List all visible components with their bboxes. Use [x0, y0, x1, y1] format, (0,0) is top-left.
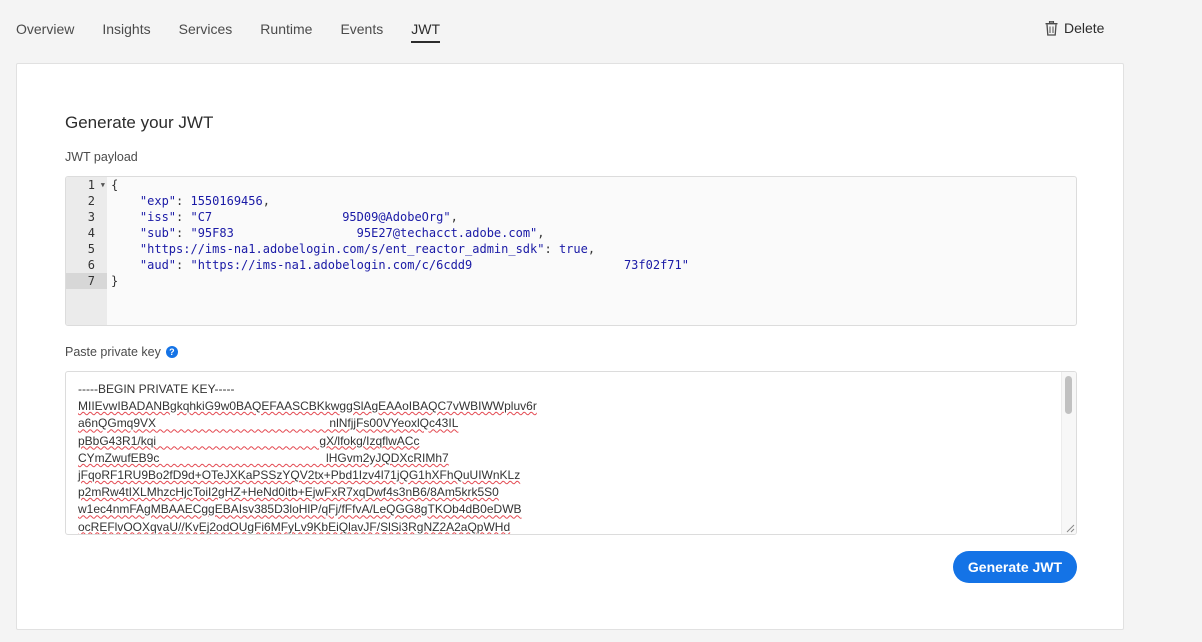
card-title: Generate your JWT	[65, 113, 214, 132]
code-line: "sub": "95F83 95E27@techacct.adobe.com",	[111, 225, 1076, 241]
editor-code[interactable]: { "exp": 1550169456, "iss": "C7 95D09@Ad…	[111, 177, 1076, 289]
jwt-card: Generate your JWT JWT payload 1 ▼ 2 3 4 5 6 7 {…	[16, 63, 1124, 630]
private-key-textarea[interactable]: -----BEGIN PRIVATE KEY----- MIIEvwIBADANB…	[65, 371, 1077, 535]
private-key-content: -----BEGIN PRIVATE KEY----- MIIEvwIBADANB…	[78, 381, 537, 534]
code-token: :	[176, 210, 191, 224]
line-number: 6	[87, 258, 95, 272]
jwt-payload-editor[interactable]: 1 ▼ 2 3 4 5 6 7 { "exp": 1550169456, "iss": "C7…	[65, 176, 1077, 326]
code-token: "aud"	[139, 258, 177, 272]
private-key-label-row: Paste private key ?	[65, 345, 178, 359]
code-token: "95F83 95E27@techacct.adobe.com"	[190, 226, 538, 240]
tab-jwt[interactable]: JWT	[411, 0, 440, 45]
code-line: "aud": "https://ims-na1.adobelogin.com/c…	[111, 257, 1076, 273]
line-number: 7	[66, 273, 107, 289]
private-key-line: MIIEvwIBADANBgkqhkiG9w0BAQEFAASCBKkwggSl…	[78, 399, 537, 414]
code-token: "https://ims-na1.adobelogin.com/c/6cdd9 …	[190, 258, 689, 272]
private-key-line: -----BEGIN PRIVATE KEY-----	[78, 382, 235, 396]
private-key-line: jFqoRF1RU9Bo2fD9d+OTeJXKaPSSzYQV2tx+Pbd1…	[78, 468, 521, 483]
code-token: {	[111, 178, 119, 192]
code-line: "https://ims-na1.adobelogin.com/s/ent_re…	[111, 241, 1076, 257]
code-token: :	[176, 226, 191, 240]
private-key-line: w1ec4nmFAgMBAAECggEBAIsv385D3loHlP/qFj/f…	[78, 502, 522, 517]
code-token: }	[111, 274, 119, 288]
private-key-label: Paste private key	[65, 345, 161, 359]
private-key-line: CYmZwufEB9c lHGvm2yJQDXcRIMh7	[78, 450, 449, 465]
help-icon[interactable]: ?	[165, 346, 178, 358]
private-key-line: pBbG43R1/kqi gX/lfokg/IzqflwACc	[78, 433, 420, 448]
line-number: 2	[87, 194, 95, 208]
code-token: "C7 95D09@AdobeOrg"	[190, 210, 451, 224]
code-token: "https://ims-na1.adobelogin.com/s/ent_re…	[139, 242, 545, 256]
line-number: 1 ▼	[87, 177, 105, 193]
tab-services[interactable]: Services	[179, 0, 233, 45]
code-token: "exp"	[139, 194, 177, 208]
private-key-line: a6nQGmq9VX nlNfjjFs00VYeoxlQc43IL	[78, 416, 459, 431]
code-token: "sub"	[139, 226, 177, 240]
tab-insights[interactable]: Insights	[102, 0, 150, 45]
code-token: :	[176, 194, 191, 208]
code-token: :	[544, 242, 559, 256]
line-number: 4	[87, 226, 95, 240]
code-line: {	[111, 177, 1076, 193]
line-number: 5	[87, 242, 95, 256]
tab-overview[interactable]: Overview	[16, 0, 74, 45]
code-token: 1550169456	[190, 194, 263, 208]
tab-events[interactable]: Events	[340, 0, 383, 45]
trash-icon	[1045, 20, 1058, 36]
resize-handle-icon[interactable]	[1065, 523, 1075, 533]
code-token: "iss"	[139, 210, 177, 224]
code-token: ,	[587, 242, 596, 256]
code-line: "iss": "C7 95D09@AdobeOrg",	[111, 209, 1076, 225]
delete-button[interactable]: Delete	[1045, 20, 1104, 36]
code-token: ,	[537, 226, 545, 240]
line-number: 3	[87, 210, 95, 224]
generate-jwt-button[interactable]: Generate JWT	[953, 551, 1077, 583]
editor-gutter: 1 ▼ 2 3 4 5 6 7	[66, 177, 107, 325]
top-navigation: Overview Insights Services Runtime Event…	[0, 0, 1202, 50]
code-token: true	[558, 242, 588, 256]
code-token: :	[176, 258, 191, 272]
delete-label: Delete	[1064, 20, 1105, 36]
tab-bar: Overview Insights Services Runtime Event…	[16, 0, 468, 50]
private-key-line: ocREFlvOOXqvaU//KvEj2odOUgFi6MFyLv9KbEiQ…	[78, 519, 511, 534]
scroll-thumb[interactable]	[1065, 376, 1072, 414]
scrollbar[interactable]	[1061, 372, 1076, 534]
code-token: ,	[262, 194, 270, 208]
payload-label: JWT payload	[65, 150, 138, 164]
tab-runtime[interactable]: Runtime	[260, 0, 312, 45]
code-line: "exp": 1550169456,	[111, 193, 1076, 209]
code-line: }	[111, 273, 1076, 289]
fold-arrow-icon[interactable]: ▼	[101, 177, 105, 193]
code-token: ,	[450, 210, 458, 224]
private-key-line: p2mRw4tIXLMhzcHjcToiI2gHZ+HeNd0itb+EjwFx…	[78, 485, 499, 500]
